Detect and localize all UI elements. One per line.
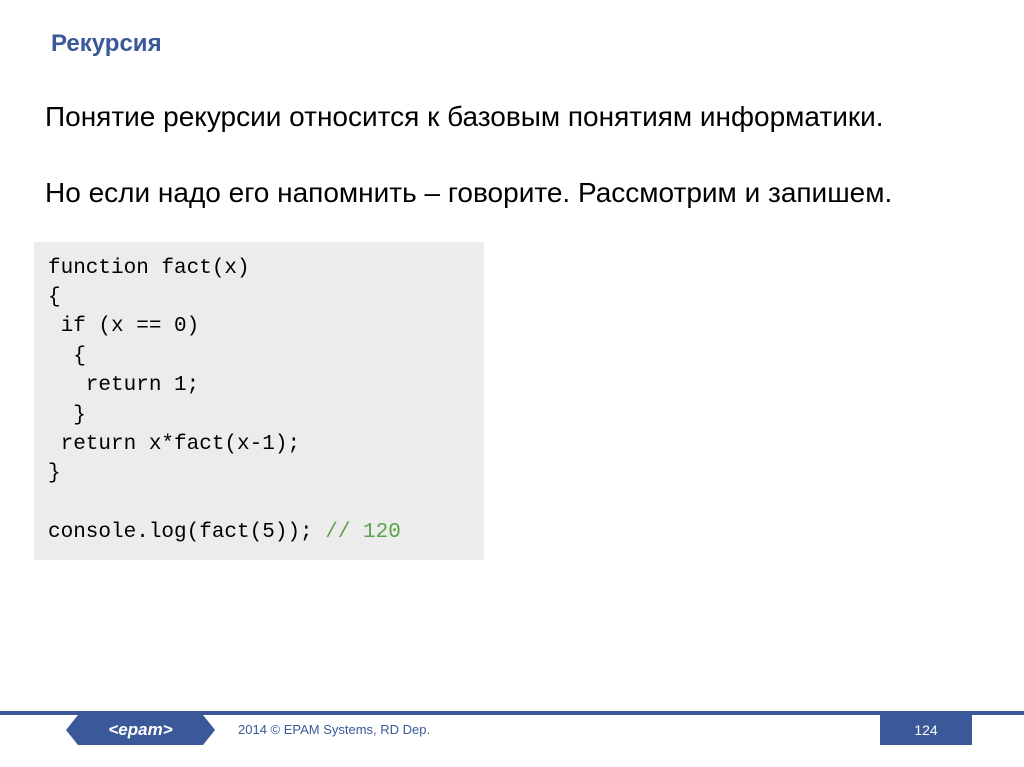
code-line: console.log(fact(5));: [48, 521, 325, 544]
code-line: }: [48, 462, 61, 485]
body-content: Понятие рекурсии относится к базовым пон…: [0, 58, 1024, 212]
slide-footer: <epam> 2014 © EPAM Systems, RD Dep. 124: [0, 711, 1024, 745]
code-line: return 1;: [48, 374, 199, 397]
paragraph-2: Но если надо его напомнить – говорите. Р…: [45, 174, 979, 212]
code-line: function fact(x): [48, 257, 250, 280]
slide-title: Рекурсия: [0, 0, 1024, 58]
code-line: return x*fact(x-1);: [48, 433, 300, 456]
code-line: {: [48, 286, 61, 309]
code-line: }: [48, 404, 86, 427]
code-line: {: [48, 345, 86, 368]
code-comment: // 120: [325, 521, 401, 544]
logo-text: <epam>: [108, 720, 172, 740]
copyright-text: 2014 © EPAM Systems, RD Dep.: [238, 722, 430, 737]
page-number: 124: [880, 715, 972, 745]
epam-logo: <epam>: [78, 715, 203, 745]
paragraph-1: Понятие рекурсии относится к базовым пон…: [45, 98, 979, 136]
code-example: function fact(x) { if (x == 0) { return …: [34, 242, 484, 560]
code-line: if (x == 0): [48, 315, 199, 338]
